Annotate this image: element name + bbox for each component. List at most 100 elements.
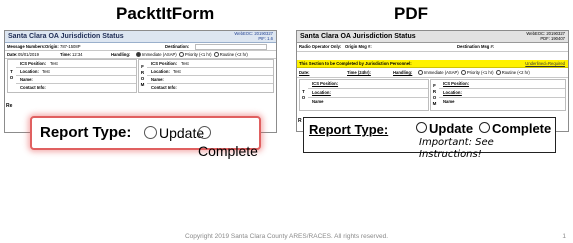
pdf-handling-priority-label: Priority (<1 hr) [466, 70, 494, 75]
from-position-field[interactable]: Test [181, 61, 189, 66]
handling-immediate-radio[interactable] [136, 52, 141, 58]
packit-complete-option[interactable]: Complete [198, 124, 259, 160]
pdf-from-name-label: Name [443, 99, 455, 104]
handling-routine-label: Routine (<2 hr) [219, 52, 248, 57]
pdf-update-radio[interactable] [416, 122, 427, 133]
destination-field[interactable] [195, 44, 267, 50]
pdf-report-type-label: Report Type: [309, 122, 389, 137]
packit-title-bar: Santa Clara OA Jurisdiction Status WebEO… [5, 31, 276, 43]
from-letter-m: M [140, 82, 145, 87]
from-name-label: Name: [151, 77, 164, 82]
pdf-title-bar: Santa Clara OA Jurisdiction Status WebEO… [297, 31, 568, 43]
pdf-report-type-callout: Report Type: Update Complete Important: … [303, 117, 556, 160]
origin-field[interactable]: 787-1508P [60, 44, 81, 49]
packit-date-row: Date: 05/01/2019 Time: 12:34 Handling: I… [5, 51, 276, 59]
from-position-label: ICS Position: [151, 61, 178, 66]
pdf-pdf-version: PDF: 190407 [540, 35, 565, 41]
pdf-complete-radio[interactable] [479, 122, 490, 133]
packit-report-type-callout: Report Type: Update Complete [30, 116, 261, 159]
to-location-label: Location: [20, 69, 39, 74]
packit-form-title: Santa Clara OA Jurisdiction Status [8, 33, 124, 40]
pdf-to-name-row: Name [308, 98, 428, 106]
packit-truncated-label: Re [6, 103, 13, 109]
radio-operator-label: Radio Operator Only: [299, 44, 342, 49]
pdf-to-position-label: ICS Position: [312, 81, 339, 86]
pdf-from-section: F R O M ICS Position: Location: Name [430, 79, 566, 111]
pdf-update-option[interactable]: Update [416, 121, 473, 137]
pdf-time-label: Time (24hr): [347, 70, 371, 75]
from-position-row: ICS Position: Test [147, 60, 273, 68]
from-contact-row: Contact Info: [147, 84, 273, 91]
pdf-to-position-row: ICS Position: [308, 80, 428, 89]
from-location-row: Location: Test [147, 68, 273, 76]
from-contact-label: Contact Info: [151, 85, 177, 90]
handling-priority-label: Priority (<1 hr) [184, 52, 212, 57]
date-field[interactable]: 05/01/2019 [18, 52, 39, 57]
from-location-field[interactable]: Test [173, 69, 181, 74]
date-label: Date: [7, 52, 18, 57]
to-position-field[interactable]: Test [50, 61, 58, 66]
to-name-label: Name: [20, 77, 33, 82]
to-contact-row: Contact Info: [16, 84, 136, 91]
origin-msg-label: Origin Msg #: [345, 44, 372, 49]
pdf-to-location-row: Location: [308, 89, 428, 98]
jurisdiction-section-bar: This Section to be Completed by Jurisdic… [297, 60, 568, 68]
packit-update-radio[interactable] [144, 126, 157, 139]
pdf-to-letter-o: O [301, 95, 306, 100]
pdf-from-location-label: Location: [443, 90, 462, 95]
pdf-from-name-row: Name [439, 98, 565, 106]
packit-complete-radio[interactable] [198, 126, 211, 139]
underlined-required-note: Underlined=Required [525, 61, 565, 66]
pdf-radio-operator-row: Radio Operator Only: Origin Msg #: Desti… [297, 43, 568, 52]
to-position-label: ICS Position: [20, 61, 47, 66]
from-name-row: Name: [147, 76, 273, 84]
pdf-from-side-label: F R O M [432, 83, 437, 107]
packit-from-section: F R O M ICS Position: Test Location: Tes… [138, 59, 274, 93]
origin-label: Origin: [45, 44, 59, 49]
pdf-handling-routine-radio[interactable] [495, 70, 501, 76]
to-location-row: Location: Test [16, 68, 136, 76]
handling-priority-radio[interactable] [178, 52, 184, 58]
pdf-complete-option[interactable]: Complete [479, 121, 551, 137]
pdf-form-title: Santa Clara OA Jurisdiction Status [300, 33, 416, 40]
pdf-from-position-label: ICS Position: [443, 81, 470, 86]
pdf-handling-label: Handling: [393, 70, 413, 75]
pdf-date-row: Date: Time (24hr): Handling: Immediate (… [297, 69, 568, 78]
time-label: Time: [60, 52, 72, 57]
pdf-complete-label: Complete [492, 121, 552, 136]
from-location-label: Location: [151, 69, 170, 74]
copyright-footer: Copyright 2019 Santa Clara County ARES/R… [184, 233, 389, 240]
packit-update-option[interactable]: Update [144, 124, 204, 142]
message-numbers-label: Message Numbers: [7, 44, 46, 49]
to-contact-label: Contact Info: [20, 85, 46, 90]
packit-version-meta: WebEOC: 20190327 PIF: 1.6 [234, 31, 273, 41]
to-position-row: ICS Position: Test [16, 60, 136, 68]
to-letter-o: O [9, 75, 14, 80]
packit-to-section: T O ICS Position: Test Location: Test Na… [7, 59, 137, 93]
handling-label: Handling: [111, 52, 131, 57]
pdf-instructions-note: Important: See Instructions! [419, 137, 494, 160]
pdf-from-location-row: Location: [439, 89, 565, 98]
jurisdiction-note: This Section to be Completed by Jurisdic… [299, 61, 412, 66]
pdf-heading: PDF [394, 4, 428, 23]
to-location-field[interactable]: Test [42, 69, 50, 74]
to-name-row: Name: [16, 76, 136, 84]
pdf-handling-immediate-radio[interactable] [418, 70, 423, 76]
time-field[interactable]: 12:34 [72, 52, 82, 57]
page-number: 1 [562, 233, 566, 240]
packitform-heading: PacktItForm [116, 4, 215, 23]
pdf-handling-immediate-label: Immediate (ASAP) [424, 70, 459, 75]
handling-routine-radio[interactable] [213, 52, 219, 58]
pdf-handling-routine-label: Routine (<2 hr) [501, 70, 530, 75]
pdf-to-location-label: Location: [312, 90, 331, 95]
destination-label: Destination: [165, 44, 190, 49]
to-side-label: T O [9, 69, 14, 81]
pdf-date-label: Date: [299, 70, 310, 75]
packit-pif-version: PIF: 1.6 [258, 35, 273, 41]
pdf-handling-priority-radio[interactable] [460, 70, 466, 76]
packit-complete-label: Complete [198, 143, 258, 159]
pdf-from-letter-m: M [432, 101, 437, 106]
pdf-version-meta: WebEOC: 20190327 PDF: 190407 [526, 31, 565, 41]
packit-message-row: Message Numbers: Origin: 787-1508P Desti… [5, 43, 276, 51]
pdf-update-label: Update [429, 121, 474, 136]
